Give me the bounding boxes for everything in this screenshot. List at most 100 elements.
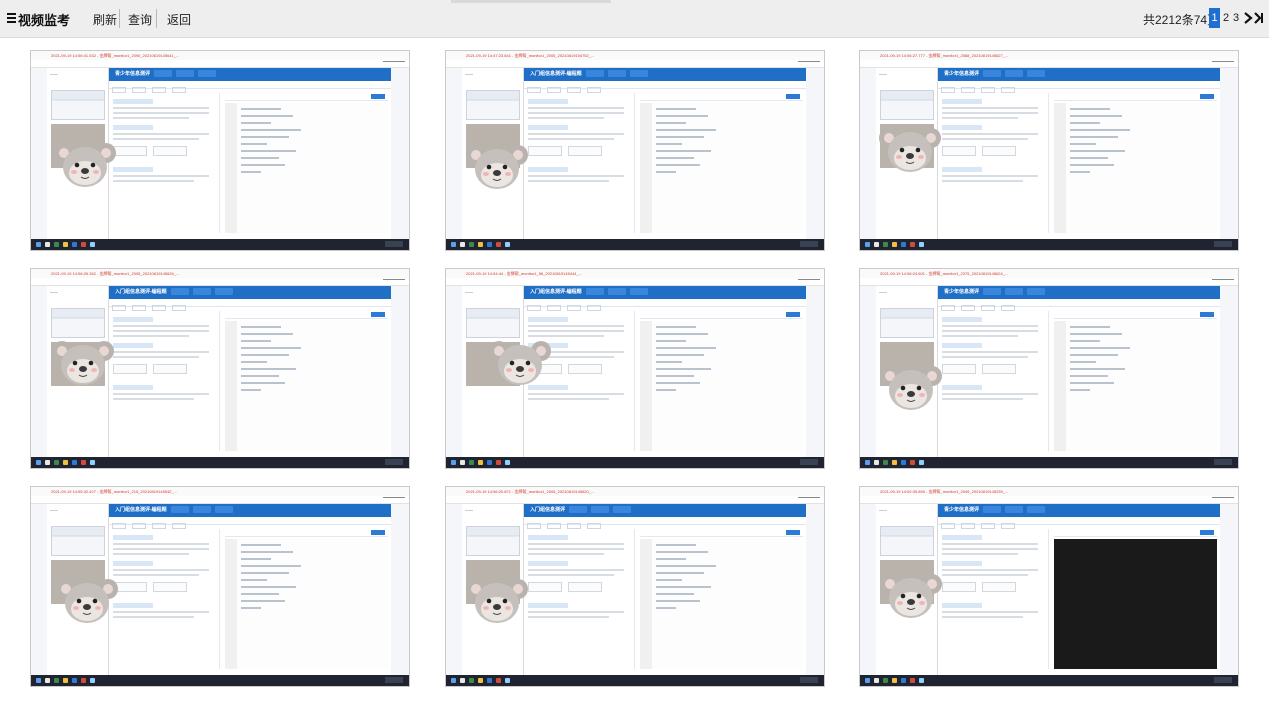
code-line bbox=[1069, 368, 1125, 370]
code-line bbox=[240, 108, 281, 110]
code-line bbox=[655, 340, 686, 342]
sidebar-label: —— bbox=[465, 507, 473, 512]
code-editor bbox=[639, 529, 803, 669]
code-line bbox=[655, 347, 716, 349]
capture-timestamp: 2021-09-19 14:56:20.871 - 金牌帮_monitor1_2… bbox=[446, 487, 824, 496]
code-line bbox=[240, 551, 293, 553]
exam-window: 入门组信息测评-编程题 bbox=[524, 286, 806, 457]
capture-timestamp: 2021-09-19 14:56:24.601 - 金牌帮_monitor1_2… bbox=[860, 269, 1238, 278]
exam-window: 青少年信息测评 bbox=[938, 286, 1220, 457]
exam-app-header: 青少年信息测评 bbox=[938, 286, 1220, 299]
exam-app-name: 入门组信息测评-编程题 bbox=[115, 289, 167, 295]
code-line bbox=[240, 593, 279, 595]
code-line bbox=[240, 347, 301, 349]
exam-window: 入门组信息测评-编程题 bbox=[109, 504, 391, 675]
exam-window: 青少年信息测评 bbox=[109, 68, 391, 239]
monitor-tile[interactable]: 2021-09-19 14:56:26.362 - 金牌帮_monitor1_2… bbox=[30, 268, 410, 469]
problem-statement bbox=[113, 529, 221, 669]
code-line bbox=[240, 579, 267, 581]
editor-toolbar bbox=[1053, 311, 1217, 319]
sidebar-label: —— bbox=[50, 289, 58, 294]
code-line bbox=[240, 171, 261, 173]
problem-statement bbox=[942, 311, 1050, 451]
pager-page-current[interactable]: 1 bbox=[1209, 8, 1220, 28]
query-button[interactable]: 查询 bbox=[128, 11, 152, 28]
exam-app-header: 青少年信息测评 bbox=[938, 68, 1220, 81]
question-tabs bbox=[938, 81, 1220, 93]
screen-thumbnail bbox=[880, 308, 934, 338]
code-line bbox=[1069, 171, 1090, 173]
back-button[interactable]: 返回 bbox=[167, 11, 191, 28]
exam-app-header: 入门组信息测评-编程题 bbox=[109, 504, 391, 517]
browser-bar bbox=[446, 278, 824, 286]
code-area bbox=[1053, 103, 1217, 233]
last-page-icon[interactable] bbox=[1254, 12, 1264, 24]
question-tabs bbox=[109, 517, 391, 529]
code-line bbox=[655, 354, 704, 356]
koala-avatar-icon bbox=[879, 128, 941, 172]
koala-avatar-icon bbox=[466, 145, 528, 189]
koala-avatar-icon bbox=[466, 579, 528, 623]
code-editor bbox=[639, 311, 803, 451]
next-page-icon[interactable] bbox=[1243, 12, 1253, 24]
code-line bbox=[655, 586, 711, 588]
code-line bbox=[655, 607, 676, 609]
code-line bbox=[655, 115, 708, 117]
code-line bbox=[655, 129, 716, 131]
code-editor bbox=[224, 311, 388, 451]
code-line bbox=[655, 368, 711, 370]
code-line bbox=[240, 586, 296, 588]
code-line bbox=[240, 164, 285, 166]
page-title: 视频监考 bbox=[18, 13, 71, 28]
problem-statement bbox=[113, 93, 221, 233]
nav-divider bbox=[119, 9, 120, 28]
screen-thumbnail bbox=[51, 90, 105, 120]
code-area bbox=[224, 321, 388, 451]
capture-timestamp: 2021-09-19 14:55:32.427 - 金牌帮_monitor1_2… bbox=[31, 487, 409, 496]
code-line bbox=[1069, 157, 1108, 159]
pager-page-2[interactable]: 2 bbox=[1223, 12, 1229, 24]
capture-timestamp: 2021-09-19 14:56:26.362 - 金牌帮_monitor1_2… bbox=[31, 269, 409, 278]
code-line bbox=[655, 171, 676, 173]
capture-timestamp: 2021-09-19 14:47:23.841 - 金牌帮_monitor1_2… bbox=[446, 51, 824, 60]
code-line bbox=[240, 600, 285, 602]
code-line bbox=[655, 544, 696, 546]
exam-app-header: 青少年信息测评 bbox=[938, 504, 1220, 517]
code-line bbox=[1069, 143, 1096, 145]
code-line bbox=[1069, 382, 1114, 384]
code-line bbox=[655, 361, 682, 363]
question-tabs bbox=[524, 517, 806, 529]
refresh-button[interactable]: 刷新 bbox=[93, 11, 117, 28]
monitor-tile[interactable]: 2021-09-19 14:52:39.890 - 金牌帮_monitor1_2… bbox=[859, 486, 1239, 687]
monitor-tile[interactable]: 2021-09-19 14:55:32.427 - 金牌帮_monitor1_2… bbox=[30, 486, 410, 687]
windows-taskbar bbox=[860, 675, 1238, 686]
problem-statement bbox=[942, 529, 1050, 669]
exam-app-name: 入门组信息测评 bbox=[530, 507, 566, 513]
editor-toolbar bbox=[639, 529, 803, 537]
monitor-tile[interactable]: 2021-09-19 14:56:24.601 - 金牌帮_monitor1_2… bbox=[859, 268, 1239, 469]
code-line bbox=[1069, 375, 1108, 377]
editor-toolbar bbox=[639, 311, 803, 319]
code-line bbox=[240, 607, 261, 609]
problem-statement bbox=[528, 529, 636, 669]
question-tabs bbox=[938, 299, 1220, 311]
editor-toolbar bbox=[1053, 93, 1217, 101]
menu-icon[interactable] bbox=[7, 13, 16, 24]
code-line bbox=[240, 375, 279, 377]
pager-page-3[interactable]: 3 bbox=[1233, 12, 1239, 24]
windows-taskbar bbox=[446, 675, 824, 686]
editor-toolbar bbox=[224, 311, 388, 319]
code-editor bbox=[224, 93, 388, 233]
code-line bbox=[240, 361, 267, 363]
exam-app-header: 入门组信息测评 bbox=[524, 504, 806, 517]
monitor-tile[interactable]: 2021-09-19 14:54:44 - 金牌帮_monitor1_56_20… bbox=[445, 268, 825, 469]
windows-taskbar bbox=[31, 675, 409, 686]
monitor-tile[interactable]: 2021-09-19 14:56:41.532 - 金牌帮_monitor1_2… bbox=[30, 50, 410, 251]
exam-app-name: 入门组信息测评-编程题 bbox=[530, 289, 582, 295]
code-area bbox=[1053, 321, 1217, 451]
pager-summary: 共2212条74页 bbox=[1143, 13, 1220, 27]
monitor-tile[interactable]: 2021-09-19 14:56:27.777 - 金牌帮_monitor1_2… bbox=[859, 50, 1239, 251]
monitor-tile[interactable]: 2021-09-19 14:47:23.841 - 金牌帮_monitor1_2… bbox=[445, 50, 825, 251]
capture-timestamp: 2021-09-19 14:56:27.777 - 金牌帮_monitor1_2… bbox=[860, 51, 1238, 60]
monitor-tile[interactable]: 2021-09-19 14:56:20.871 - 金牌帮_monitor1_2… bbox=[445, 486, 825, 687]
